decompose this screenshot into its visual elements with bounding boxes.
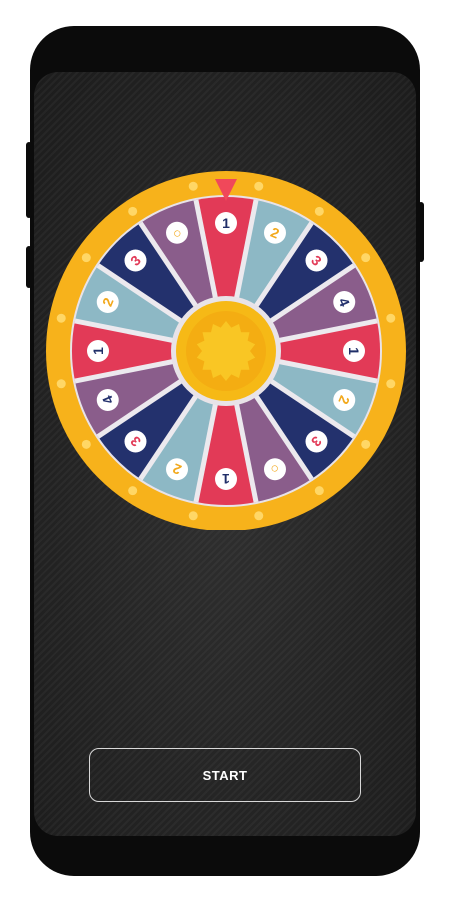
rim-dot	[361, 253, 371, 263]
segment-label: 1	[343, 340, 365, 362]
segment-label-text: 1	[222, 471, 230, 487]
segment-label: 1	[215, 468, 237, 490]
start-button[interactable]: START	[89, 748, 361, 802]
phone-side-button	[26, 246, 32, 288]
rim-dot	[81, 253, 91, 263]
segment-label-text: 1	[346, 347, 362, 355]
segment-label-text: 1	[222, 215, 230, 231]
rim-dot	[254, 181, 264, 191]
phone-power-button	[418, 202, 424, 262]
prize-wheel-graphic: 1234123○1234123○	[46, 171, 406, 531]
segment-label-text: 1	[90, 347, 106, 355]
rim-dot	[188, 181, 198, 191]
rim-dot	[56, 379, 66, 389]
rim-dot	[128, 206, 138, 216]
rim-dot	[188, 511, 198, 521]
rim-dot	[314, 486, 324, 496]
rim-dot	[81, 439, 91, 449]
rim-dot	[128, 486, 138, 496]
rim-dot	[314, 206, 324, 216]
rim-dot	[361, 439, 371, 449]
rim-dot	[56, 313, 66, 323]
rim-dot	[254, 511, 264, 521]
segment-label: 1	[87, 340, 109, 362]
rim-dot	[386, 313, 396, 323]
start-button-label: START	[202, 767, 248, 783]
phone-volume-button	[26, 142, 32, 218]
segment-label: 1	[215, 212, 237, 234]
rim-dot	[386, 379, 396, 389]
prize-wheel[interactable]: 1 2 3 4 1 2 3 ○ 1 2 3 4 1 2 3 ○	[40, 170, 412, 531]
